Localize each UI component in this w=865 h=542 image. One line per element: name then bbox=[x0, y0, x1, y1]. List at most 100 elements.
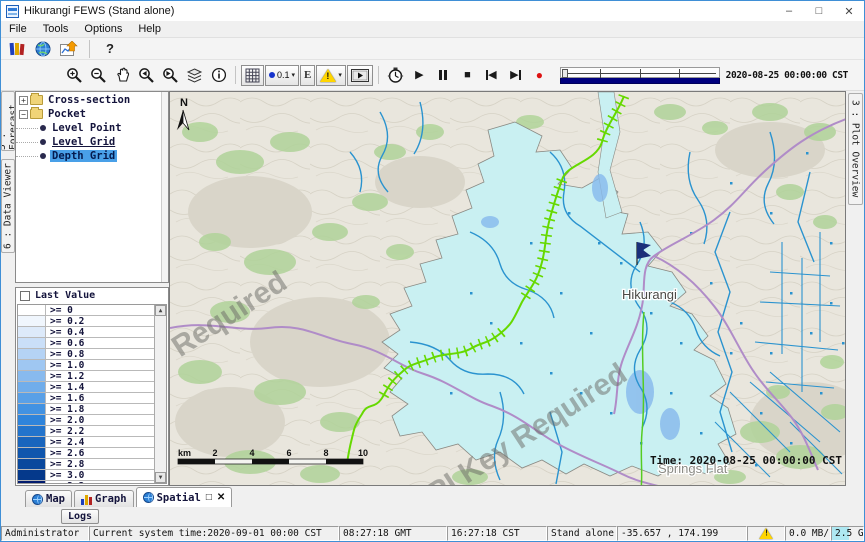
bar-chart-icon bbox=[81, 494, 92, 505]
pause-button[interactable] bbox=[432, 64, 455, 87]
threshold-dot-icon bbox=[269, 72, 275, 78]
zoom-out-button[interactable] bbox=[87, 64, 110, 87]
logs-row: Logs bbox=[1, 507, 864, 526]
close-button[interactable]: ✕ bbox=[834, 2, 864, 20]
tab-data-viewer[interactable]: 6 : Data Viewer bbox=[1, 159, 15, 253]
time-slider-thumb[interactable] bbox=[562, 69, 568, 78]
maximize-button[interactable]: □ bbox=[804, 2, 834, 20]
legend-row[interactable]: >= 1.4 bbox=[18, 382, 154, 393]
menu-help[interactable]: Help bbox=[130, 22, 169, 36]
classification-dropdown[interactable]: 0.1 ▾ bbox=[265, 65, 299, 86]
zoom-next-button[interactable] bbox=[159, 64, 182, 87]
legend-row[interactable]: >= 2.0 bbox=[18, 415, 154, 426]
legend-row[interactable]: >= 0.8 bbox=[18, 349, 154, 360]
tab-forecast[interactable]: 5 : Forecast bbox=[1, 91, 15, 151]
status-system-time: Current system time:2020-09-01 00:00 CST bbox=[89, 526, 339, 541]
status-warning[interactable] bbox=[747, 526, 785, 541]
pan-hand-button[interactable] bbox=[111, 64, 134, 87]
status-bar: Administrator Current system time:2020-0… bbox=[1, 526, 864, 541]
title-bar: Hikurangi FEWS (Stand alone) – □ ✕ bbox=[1, 1, 864, 21]
svg-text:4: 4 bbox=[249, 448, 254, 458]
last-value-checkbox[interactable] bbox=[20, 291, 30, 301]
tab-graph[interactable]: Graph bbox=[74, 490, 134, 507]
next-frame-button[interactable]: ▶ bbox=[504, 64, 527, 87]
tree-item-level-grid[interactable]: Level Grid bbox=[16, 136, 168, 148]
zoom-previous-button[interactable] bbox=[135, 64, 158, 87]
color-swatch bbox=[18, 404, 46, 414]
last-value-label: Last Value bbox=[35, 290, 95, 301]
main-toolbar: ? bbox=[1, 38, 864, 60]
app-icon bbox=[6, 5, 19, 18]
node-bullet-icon bbox=[40, 125, 46, 131]
previous-frame-button[interactable]: ◀ bbox=[480, 64, 503, 87]
expand-icon[interactable]: + bbox=[19, 96, 28, 105]
stop-button[interactable]: ■ bbox=[456, 64, 479, 87]
svg-text:10: 10 bbox=[358, 448, 368, 458]
color-swatch bbox=[18, 316, 46, 326]
legend-row[interactable]: >= 0 bbox=[18, 305, 154, 316]
legend-row[interactable]: >= 3.2 bbox=[18, 481, 154, 483]
legend-row[interactable]: >= 3.0 bbox=[18, 470, 154, 481]
legend-row[interactable]: >= 2.6 bbox=[18, 448, 154, 459]
logs-browser-icon[interactable] bbox=[7, 39, 27, 59]
warning-icon bbox=[320, 69, 336, 82]
map-viewport[interactable]: API Key Required API Key Required Hikura… bbox=[169, 91, 846, 486]
tab-spatial[interactable]: Spatial □ ✕ bbox=[136, 487, 233, 507]
tree-scrollbar[interactable] bbox=[161, 92, 168, 282]
legend-row[interactable]: >= 2.2 bbox=[18, 426, 154, 437]
tab-plot-overview[interactable]: 3 : Plot Overview bbox=[848, 93, 863, 205]
timeseries-display-icon[interactable] bbox=[59, 39, 79, 59]
globe-icon bbox=[32, 494, 43, 505]
legend-row[interactable]: >= 0.4 bbox=[18, 327, 154, 338]
map-canvas: API Key Required API Key Required Hikura… bbox=[170, 92, 846, 486]
menu-options[interactable]: Options bbox=[76, 22, 130, 36]
play-button[interactable]: ▶ bbox=[408, 64, 431, 87]
chevron-down-icon: ▾ bbox=[292, 71, 296, 79]
maximize-panel-icon[interactable]: □ bbox=[206, 492, 212, 503]
legend-row[interactable]: >= 0.6 bbox=[18, 338, 154, 349]
collapse-icon[interactable]: − bbox=[19, 110, 28, 119]
tree-item-pocket[interactable]: − Pocket bbox=[16, 108, 168, 120]
grid-toggle-button[interactable] bbox=[241, 65, 264, 86]
labels-toggle-button[interactable]: E bbox=[300, 65, 315, 86]
legend-row[interactable]: >= 2.4 bbox=[18, 437, 154, 448]
help-button[interactable]: ? bbox=[100, 39, 120, 59]
scroll-up-icon[interactable]: ▲ bbox=[155, 305, 166, 316]
svg-text:8: 8 bbox=[323, 448, 328, 458]
menu-file[interactable]: File bbox=[1, 22, 35, 36]
info-button[interactable] bbox=[207, 64, 230, 87]
status-memory: 2.5 GB bbox=[831, 526, 864, 541]
tree-item-depth-grid[interactable]: Depth Grid bbox=[16, 150, 168, 162]
logs-button[interactable]: Logs bbox=[61, 509, 99, 524]
minimize-button[interactable]: – bbox=[774, 2, 804, 20]
legend-row[interactable]: >= 1.2 bbox=[18, 371, 154, 382]
warnings-dropdown[interactable]: ▾ bbox=[316, 65, 346, 86]
tree-item-level-point[interactable]: Level Point bbox=[16, 122, 168, 134]
color-swatch bbox=[18, 448, 46, 458]
zoom-in-button[interactable] bbox=[63, 64, 86, 87]
layers-button[interactable] bbox=[183, 64, 206, 87]
svg-text:6: 6 bbox=[286, 448, 291, 458]
status-user: Administrator bbox=[1, 526, 89, 541]
export-movie-button[interactable] bbox=[347, 65, 373, 86]
animation-timer-button[interactable] bbox=[384, 64, 407, 87]
legend-row[interactable]: >= 2.8 bbox=[18, 459, 154, 470]
close-panel-icon[interactable]: ✕ bbox=[217, 492, 225, 503]
legend-scrollbar[interactable]: ▲ ▼ bbox=[154, 305, 166, 483]
map-display-icon[interactable] bbox=[33, 39, 53, 59]
tab-map[interactable]: Map bbox=[25, 490, 72, 507]
tree-item-cross-section[interactable]: + Cross-section bbox=[16, 94, 168, 106]
legend-row[interactable]: >= 0.2 bbox=[18, 316, 154, 327]
legend-row[interactable]: >= 1.0 bbox=[18, 360, 154, 371]
window-title: Hikurangi FEWS (Stand alone) bbox=[24, 5, 174, 17]
scroll-down-icon[interactable]: ▼ bbox=[155, 472, 166, 483]
record-button[interactable]: ● bbox=[528, 64, 551, 87]
status-local-time: 16:27:18 CST bbox=[447, 526, 547, 541]
menu-tools[interactable]: Tools bbox=[35, 22, 77, 36]
color-swatch bbox=[18, 360, 46, 370]
legend-row[interactable]: >= 1.6 bbox=[18, 393, 154, 404]
status-download-rate: 0.0 MB/s bbox=[785, 526, 831, 541]
time-slider[interactable] bbox=[560, 64, 720, 86]
legend-row[interactable]: >= 1.8 bbox=[18, 404, 154, 415]
app-window: Hikurangi FEWS (Stand alone) – □ ✕ File … bbox=[0, 0, 865, 542]
